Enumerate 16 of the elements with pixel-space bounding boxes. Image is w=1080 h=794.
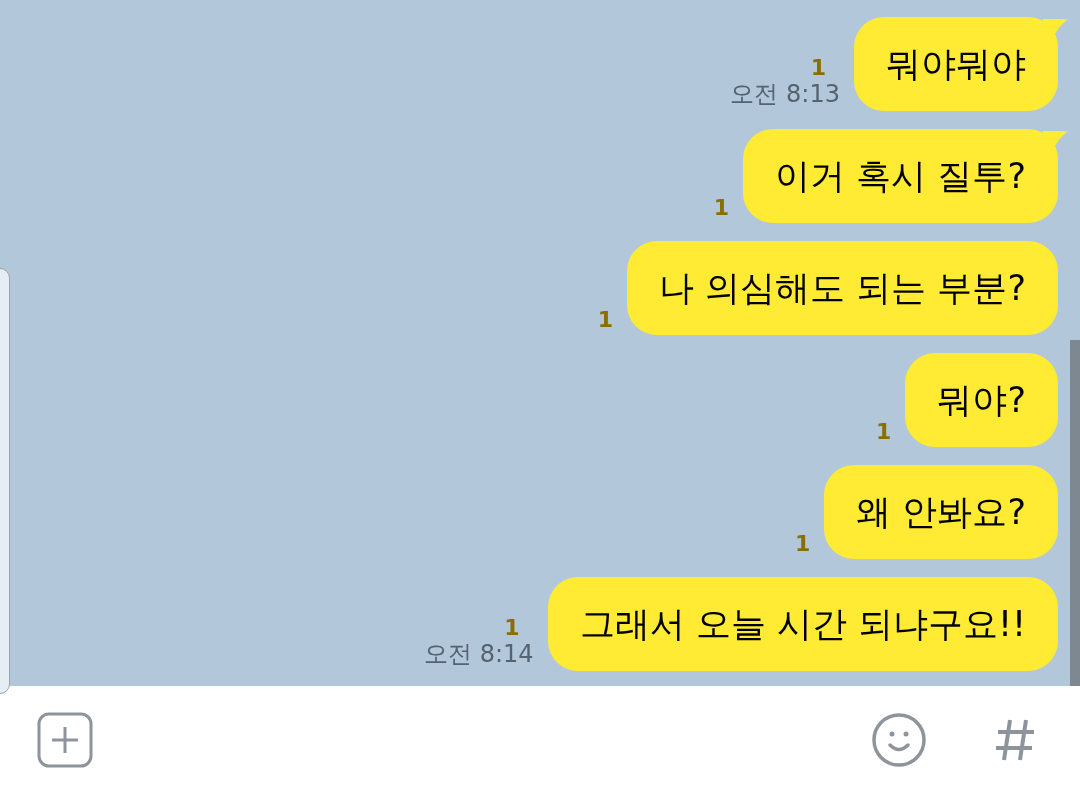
unread-count: 1: [876, 421, 892, 443]
scrollbar[interactable]: [1070, 340, 1080, 686]
message-bubble: 왜 안봐요?: [824, 465, 1058, 559]
unread-count: 1: [713, 197, 730, 219]
message-bubble: 뭐야?: [905, 353, 1058, 447]
message-bubble: 나 의심해도 되는 부분?: [627, 241, 1058, 335]
unread-count: 1: [795, 533, 811, 555]
unread-count: 1: [810, 57, 826, 79]
message-bubble: 그래서 오늘 시간 되냐구요!!: [547, 577, 1058, 671]
unread-count: 1: [504, 617, 520, 639]
hashtag-icon[interactable]: [995, 717, 1035, 763]
message-time: 오전 8:14: [424, 639, 534, 669]
unread-count: 1: [597, 309, 614, 331]
add-icon[interactable]: [37, 712, 93, 768]
emoji-icon[interactable]: [871, 712, 927, 768]
message-time: 오전 8:13: [730, 79, 840, 109]
